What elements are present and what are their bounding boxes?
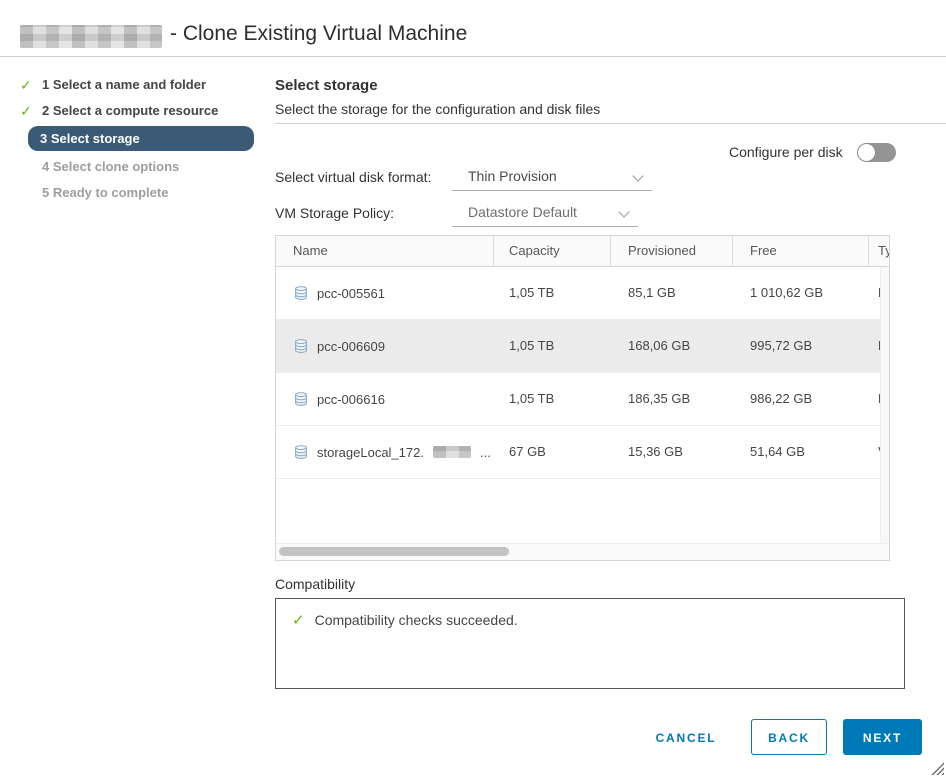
datastore-name-cell: pcc-005561 (276, 267, 494, 319)
datastore-name-cell: storageLocal_172. ... (276, 426, 494, 478)
table-cell: 85,1 GB (611, 267, 733, 319)
compatibility-message: Compatibility checks succeeded. (315, 612, 518, 628)
disk-format-label: Select virtual disk format: (275, 169, 431, 185)
storage-policy-value: Datastore Default (468, 204, 577, 220)
divider (275, 123, 946, 124)
step-select-name-folder[interactable]: 1 Select a name and folder (0, 72, 266, 98)
storage-policy-select[interactable]: Datastore Default (452, 201, 638, 227)
datastore-name-cell: pcc-006609 (276, 320, 494, 372)
datastore-icon (293, 444, 309, 460)
cancel-button[interactable]: CANCEL (648, 719, 724, 755)
configure-per-disk-toggle[interactable] (857, 143, 896, 162)
datastore-name-cell: pcc-006616 (276, 373, 494, 425)
resize-grip[interactable] (931, 762, 944, 775)
table-row[interactable]: pcc-0055611,05 TB85,1 GB1 010,62 GBNFS (276, 267, 889, 320)
vertical-scrollbar[interactable] (880, 267, 889, 544)
table-cell: 1,05 TB (494, 267, 611, 319)
column-header-provisioned[interactable]: Provisioned (611, 236, 733, 266)
datastore-table-body: pcc-0055611,05 TB85,1 GB1 010,62 GBNFS p… (276, 267, 889, 544)
horizontal-scrollbar[interactable] (276, 543, 889, 560)
step-complete-check-icon (20, 72, 36, 98)
table-row[interactable]: pcc-0066091,05 TB168,06 GB995,72 GBNFS (276, 320, 889, 373)
table-header: Name Capacity Provisioned Free Type (276, 236, 889, 267)
step-complete-check-icon (20, 98, 36, 124)
success-check-icon (292, 611, 305, 629)
column-header-free[interactable]: Free (733, 236, 869, 266)
dialog-titlebar: - Clone Existing Virtual Machine (0, 0, 946, 57)
table-cell: 1,05 TB (494, 320, 611, 372)
column-header-type[interactable]: Type (869, 236, 890, 266)
chevron-down-icon (632, 170, 643, 181)
back-button[interactable]: BACK (751, 719, 827, 755)
compatibility-label: Compatibility (275, 576, 355, 592)
disk-format-value: Thin Provision (468, 168, 557, 184)
step-select-storage[interactable]: 3 Select storage (0, 126, 266, 151)
chevron-down-icon (618, 206, 629, 217)
table-cell: 986,22 GB (733, 373, 869, 425)
next-button[interactable]: NEXT (843, 719, 922, 755)
compatibility-panel: Compatibility checks succeeded. (275, 598, 905, 689)
redacted-text (433, 446, 471, 458)
page-title: Select storage (275, 77, 378, 94)
table-cell: 51,64 GB (733, 426, 869, 478)
table-cell: 1 010,62 GB (733, 267, 869, 319)
table-cell: 15,36 GB (611, 426, 733, 478)
horizontal-scrollbar-thumb[interactable] (279, 547, 509, 556)
table-cell: 67 GB (494, 426, 611, 478)
storage-policy-label: VM Storage Policy: (275, 205, 394, 221)
toggle-knob (858, 144, 875, 161)
datastore-table: Name Capacity Provisioned Free Type pcc-… (275, 235, 890, 561)
table-row[interactable]: pcc-0066161,05 TB186,35 GB986,22 GBNFS (276, 373, 889, 426)
page-subtitle: Select the storage for the configuration… (275, 101, 600, 117)
configure-per-disk-label: Configure per disk (729, 144, 843, 160)
table-cell: 1,05 TB (494, 373, 611, 425)
table-cell: 995,72 GB (733, 320, 869, 372)
column-header-name[interactable]: Name (276, 236, 494, 266)
step-select-clone-options[interactable]: 4 Select clone options (0, 154, 266, 180)
dialog-title: - Clone Existing Virtual Machine (170, 22, 467, 46)
disk-format-select[interactable]: Thin Provision (452, 165, 652, 191)
table-row[interactable]: storageLocal_172. ...67 GB15,36 GB51,64 … (276, 426, 889, 479)
clone-vm-wizard-dialog: - Clone Existing Virtual Machine 1 Selec… (0, 0, 946, 781)
redacted-vm-name (20, 25, 162, 48)
wizard-step-nav: 1 Select a name and folder 2 Select a co… (0, 72, 266, 206)
column-header-capacity[interactable]: Capacity (494, 236, 611, 266)
datastore-icon (293, 391, 309, 407)
step-select-compute-resource[interactable]: 2 Select a compute resource (0, 98, 266, 124)
datastore-icon (293, 285, 309, 301)
datastore-icon (293, 338, 309, 354)
table-cell: 168,06 GB (611, 320, 733, 372)
table-cell: 186,35 GB (611, 373, 733, 425)
step-ready-to-complete[interactable]: 5 Ready to complete (0, 180, 266, 206)
